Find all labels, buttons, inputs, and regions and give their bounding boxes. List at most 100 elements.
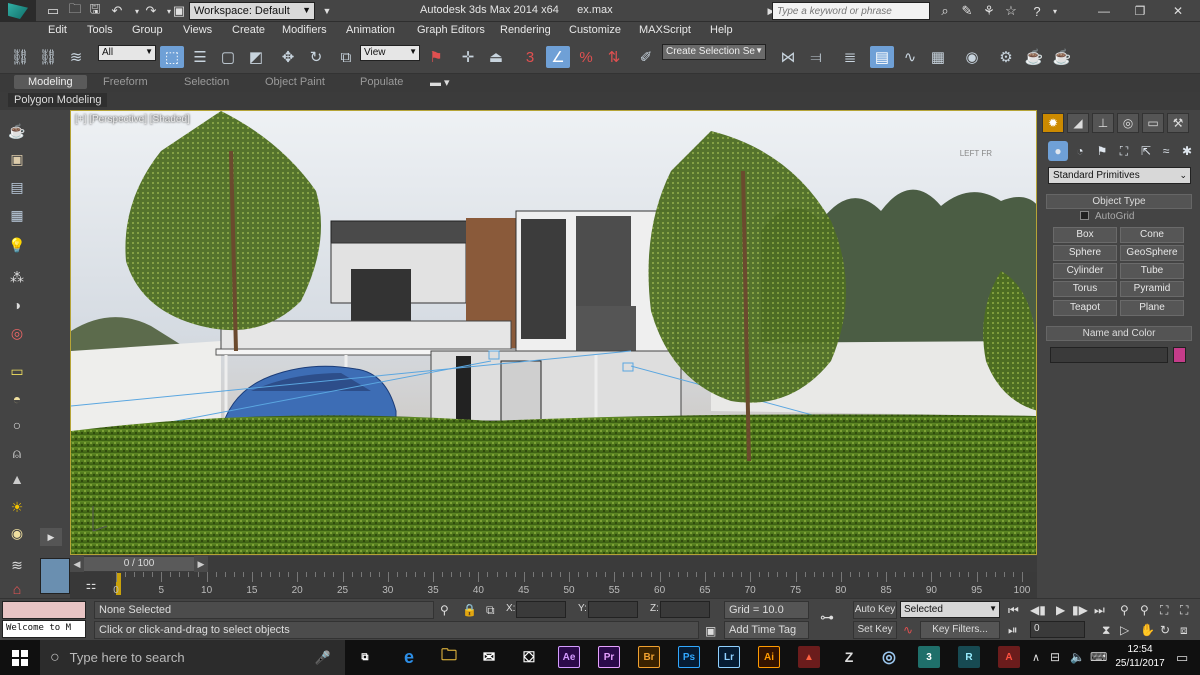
mirror-icon[interactable]: ⋈ [776, 46, 800, 68]
autocad-icon[interactable]: ▲ [798, 646, 820, 668]
select-and-link-icon[interactable]: ⛓ [8, 46, 32, 68]
chrome-like-icon[interactable]: ◎ [878, 646, 900, 668]
play-icon[interactable]: ▶ [1056, 603, 1065, 617]
zoom-extents-icon[interactable]: ⛶ [1160, 603, 1168, 618]
previous-frame-icon[interactable]: ◀▮ [1030, 603, 1046, 617]
spinner-snap-icon[interactable]: ⇅ [602, 46, 626, 68]
menu-maxscript[interactable]: MAXScript [639, 24, 691, 36]
tab-object-paint[interactable]: Object Paint [265, 76, 325, 88]
plane-button[interactable]: Plane [1120, 300, 1184, 316]
taskbar-app-br-icon[interactable]: Br [638, 646, 660, 668]
menu-tools[interactable]: Tools [87, 24, 113, 36]
display-tab-icon[interactable]: ▭ [1142, 113, 1164, 133]
select-and-rotate-icon[interactable]: ↻ [304, 46, 328, 68]
sun-icon[interactable]: ☀ [6, 496, 28, 518]
transform-mode-icon[interactable]: ⧉ [486, 603, 495, 618]
zoom-extents-all-icon[interactable]: ⛶ [1180, 603, 1188, 618]
geometry-icon[interactable]: ● [1048, 141, 1068, 161]
auto-key-button[interactable]: Auto Key [853, 601, 897, 619]
tab-selection[interactable]: Selection [184, 76, 229, 88]
select-by-name-icon[interactable]: ☰ [188, 46, 212, 68]
taskbar-app-pr-icon[interactable]: Pr [598, 646, 620, 668]
go-to-end-icon[interactable]: ⏭ [1094, 603, 1105, 618]
object-color-swatch[interactable] [1173, 347, 1186, 363]
open-file-icon[interactable]: 🗀 [64, 0, 86, 22]
wind-icon[interactable]: ≋ [6, 554, 28, 576]
box-button[interactable]: Box [1053, 227, 1117, 243]
ribbon-options-icon[interactable]: ▬ ▾ [430, 76, 450, 89]
graphite-ribbon-icon[interactable]: ▤ [870, 46, 894, 68]
menu-animation[interactable]: Animation [346, 24, 395, 36]
restore-button[interactable]: ❐ [1122, 0, 1158, 22]
bind-space-warp-icon[interactable]: ≋ [64, 46, 88, 68]
hierarchy-tab-icon[interactable]: ⊥ [1092, 113, 1114, 133]
app-logo-icon[interactable] [0, 0, 36, 22]
tube-button[interactable]: Tube [1120, 263, 1184, 279]
edge-browser-icon[interactable]: e [398, 646, 420, 668]
zoom-all-icon[interactable]: ⚲ [1140, 603, 1149, 617]
menu-create[interactable]: Create [232, 24, 265, 36]
z-coordinate-input[interactable] [660, 601, 710, 618]
binoculars-icon[interactable]: ⌕ [934, 0, 956, 22]
current-frame-input[interactable]: 0 [1030, 621, 1085, 638]
add-time-tag-button[interactable]: Add Time Tag [724, 621, 809, 639]
taskbar-app-ae-icon[interactable]: Ae [558, 646, 580, 668]
cone-button[interactable]: Cone [1120, 227, 1184, 243]
sphere-button[interactable]: Sphere [1053, 245, 1117, 261]
task-view-icon[interactable]: ⧉ [354, 646, 376, 668]
polygon-modeling-panel[interactable]: Polygon Modeling [8, 93, 108, 107]
rendered-frame-window-icon[interactable]: ☕ [1022, 46, 1046, 68]
action-center-icon[interactable]: ▭ [1176, 650, 1188, 666]
key-filters-button[interactable]: Key Filters... [920, 621, 1000, 639]
time-tag-icon[interactable]: ▣ [705, 624, 716, 638]
subscription-icon[interactable]: ✎ [956, 0, 978, 22]
system-tray-chevron-icon[interactable]: ∧ [1032, 651, 1040, 664]
y-coordinate-input[interactable] [588, 601, 638, 618]
taskbar-search-input[interactable]: ○ Type here to search 🎤 [40, 640, 345, 675]
pan-hand-icon[interactable]: ✋ [1140, 623, 1155, 637]
qat-dropdown-icon[interactable]: ▼ [316, 0, 338, 22]
rectangular-selection-icon[interactable]: ▢ [216, 46, 240, 68]
material-editor-icon[interactable]: ◉ [960, 46, 984, 68]
menu-help[interactable]: Help [710, 24, 733, 36]
next-frame-icon[interactable]: ▮▶ [1072, 603, 1088, 617]
help-search-input[interactable]: Type a keyword or phrase [772, 2, 930, 20]
network-icon[interactable]: ⊟ [1050, 650, 1060, 664]
maximize-viewport-icon[interactable]: ⧈ [1180, 623, 1188, 638]
go-to-start-icon[interactable]: ⏮ [1008, 603, 1019, 618]
default-in-out-key-icon[interactable]: ⊶ [820, 609, 834, 626]
angle-snap-icon[interactable]: ∠ [546, 46, 570, 68]
select-manipulate-icon[interactable]: ✛ [456, 46, 480, 68]
named-selection-set-select[interactable]: Create Selection Se ▼ [662, 44, 766, 60]
primitive-category-select[interactable]: Standard Primitives ⌄ [1048, 167, 1191, 184]
close-button[interactable]: ✕ [1160, 0, 1196, 22]
key-curve-icon[interactable]: ∿ [903, 623, 913, 637]
scene-explorer-icon[interactable]: ▤ [6, 176, 28, 198]
pyramid-button[interactable]: Pyramid [1120, 281, 1184, 297]
x-coordinate-input[interactable] [516, 601, 566, 618]
space-warps-icon[interactable]: ≈ [1156, 141, 1176, 161]
field-of-view-icon[interactable]: ▷ [1120, 623, 1129, 637]
system-clock[interactable]: 12:54 25/11/2017 [1115, 643, 1165, 671]
windows-start-icon[interactable] [0, 640, 40, 675]
project-folder-icon[interactable]: ▣ [168, 0, 190, 22]
pivot-center-icon[interactable]: ⚑ [424, 46, 448, 68]
revit-icon[interactable]: R [958, 646, 980, 668]
key-mode-toggle-icon[interactable]: ⏯ [1008, 623, 1018, 638]
edit-named-selection-icon[interactable]: ✐ [634, 46, 658, 68]
taskbar-app-ps-icon[interactable]: Ps [678, 646, 700, 668]
save-icon[interactable]: 🖫 [84, 0, 106, 22]
systems-icon[interactable]: ✱ [1177, 141, 1197, 161]
orbit-icon[interactable]: ↻ [1160, 623, 1170, 637]
camera-icon[interactable]: ◎ [6, 322, 28, 344]
sphere-icon[interactable]: ○ [6, 414, 28, 436]
viewcube-icon[interactable]: LEFT FR [960, 149, 992, 158]
lights-icon[interactable]: ⚑ [1092, 141, 1112, 161]
render-setup-icon[interactable]: ⚙ [994, 46, 1018, 68]
name-and-color-rollout[interactable]: Name and Color [1046, 326, 1192, 341]
cylinder-button[interactable]: Cylinder [1053, 263, 1117, 279]
microphone-icon[interactable]: 🎤 [315, 650, 331, 666]
key-mode-select[interactable]: Selected ▼ [900, 601, 1000, 618]
reference-coordinate-select[interactable]: View ▼ [360, 45, 420, 61]
render-frame-icon[interactable]: ▣ [6, 148, 28, 170]
